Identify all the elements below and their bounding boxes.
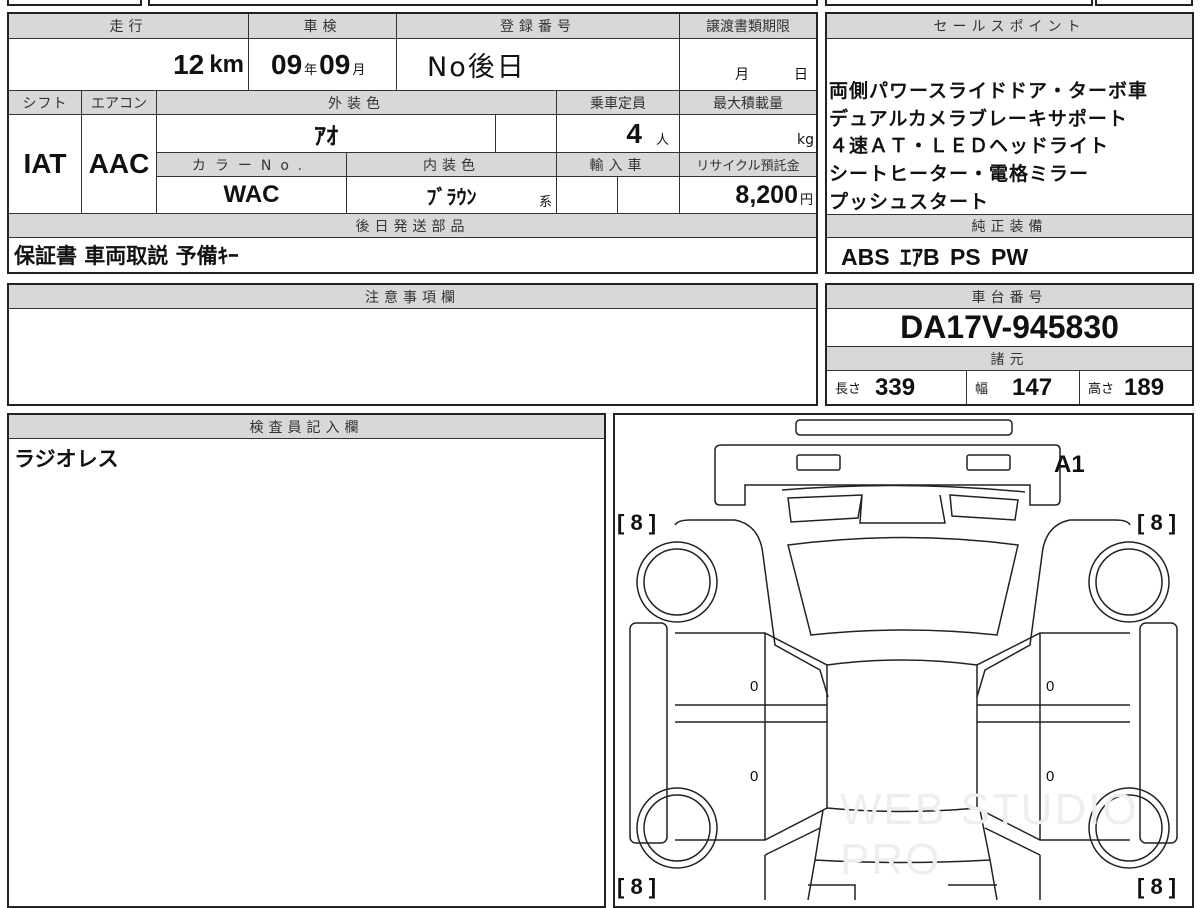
watermark: WEB STUDIO PRO [840,785,1139,884]
door-mark: 0 [1046,768,1055,785]
front-panel [714,444,1061,506]
car-diagram [629,419,1178,900]
body-left [674,519,829,698]
tire-rl-rating: [ 8 ] [617,874,657,899]
headlight-left [796,454,841,471]
wheel-rl [636,787,718,869]
headlight-right [966,454,1011,471]
door-mark: 0 [750,768,759,785]
wheel-fl [636,541,718,623]
front-bumper [795,419,1013,436]
tire-fl-rating: [ 8 ] [617,510,657,535]
front-damage-mark: A1 [1054,451,1085,478]
tire-fr-rating: [ 8 ] [1137,510,1177,535]
door-mark: 0 [1046,678,1055,695]
wheel-fr [1088,541,1170,623]
door-mark: 0 [750,678,759,695]
hood [781,484,1026,524]
windshield [787,536,1019,636]
body-right [976,519,1131,698]
doors-left [675,632,828,841]
